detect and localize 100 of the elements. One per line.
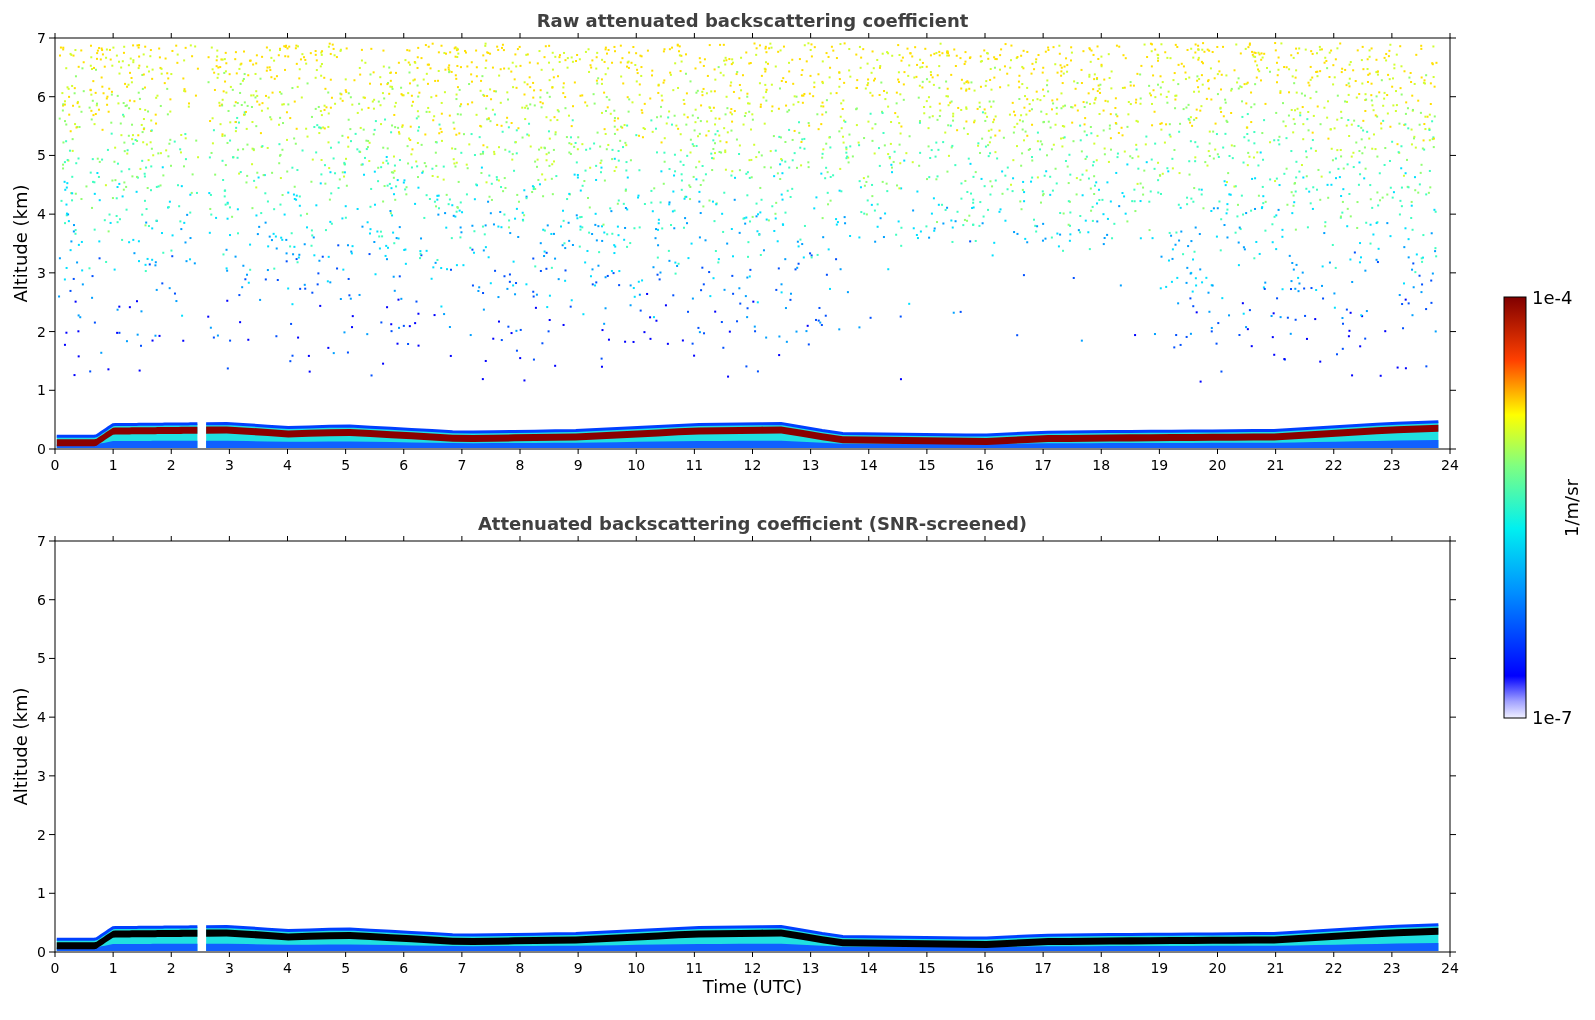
tick-mark bbox=[1042, 448, 1044, 455]
plot-title: Raw attenuated backscattering coefficient bbox=[536, 10, 969, 31]
x-tick-label: 22 bbox=[1324, 960, 1343, 976]
tick-mark bbox=[461, 951, 463, 958]
x-tick-label: 14 bbox=[859, 960, 878, 976]
tick-mark bbox=[112, 448, 114, 455]
tick-mark bbox=[112, 535, 114, 542]
tick-mark bbox=[112, 951, 114, 958]
x-tick-label: 10 bbox=[627, 960, 646, 976]
tick-mark bbox=[926, 535, 928, 542]
colorbar-max-label: 1e-4 bbox=[1532, 287, 1573, 308]
x-tick-label: 5 bbox=[341, 457, 351, 473]
tick-mark bbox=[1158, 951, 1160, 958]
tick-mark bbox=[403, 448, 405, 455]
tick-mark bbox=[228, 951, 230, 958]
tick-mark bbox=[926, 32, 928, 39]
tick-mark bbox=[345, 951, 347, 958]
x-tick-label: 11 bbox=[685, 960, 704, 976]
tick-mark bbox=[48, 272, 56, 274]
tick-mark bbox=[345, 535, 347, 542]
tick-mark bbox=[48, 213, 56, 215]
tick-mark bbox=[1158, 32, 1160, 39]
tick-mark bbox=[1333, 32, 1335, 39]
tick-mark bbox=[635, 32, 637, 39]
x-tick-label: 15 bbox=[917, 960, 936, 976]
x-tick-label: 16 bbox=[976, 457, 994, 473]
tick-mark bbox=[752, 32, 753, 39]
tick-mark bbox=[48, 657, 56, 659]
tick-mark bbox=[461, 32, 463, 39]
tick-mark bbox=[984, 951, 986, 958]
x-tick-label: 12 bbox=[743, 457, 762, 473]
tick-mark bbox=[1100, 448, 1102, 455]
tick-mark bbox=[868, 951, 870, 958]
y-tick-label: 1 bbox=[37, 885, 46, 902]
tick-mark bbox=[1158, 448, 1160, 455]
tick-mark bbox=[1333, 448, 1335, 455]
tick-mark bbox=[1100, 951, 1102, 958]
x-tick-label: 4 bbox=[283, 960, 292, 976]
tick-mark bbox=[461, 448, 463, 455]
tick-mark bbox=[1391, 32, 1393, 39]
x-tick-label: 17 bbox=[1034, 960, 1053, 976]
tick-mark bbox=[48, 716, 56, 718]
tick-mark bbox=[1217, 535, 1218, 542]
tick-mark bbox=[1449, 272, 1457, 274]
colorbar-unit-label: 1/m/sr bbox=[1561, 479, 1582, 537]
tick-mark bbox=[228, 448, 230, 455]
y-tick-label: 5 bbox=[37, 147, 46, 164]
y-tick-label: 1 bbox=[37, 382, 46, 399]
x-tick-label: 20 bbox=[1208, 457, 1227, 473]
y-tick-label: 6 bbox=[37, 88, 46, 105]
tick-mark bbox=[635, 448, 637, 455]
tick-mark bbox=[1449, 657, 1457, 659]
tick-mark bbox=[752, 951, 753, 958]
y-tick-label: 5 bbox=[37, 650, 46, 667]
tick-mark bbox=[1449, 834, 1457, 836]
tick-mark bbox=[519, 448, 521, 455]
x-tick-label: 23 bbox=[1382, 457, 1401, 473]
tick-mark bbox=[48, 834, 56, 836]
x-tick-label: 1 bbox=[108, 457, 118, 473]
tick-mark bbox=[635, 951, 637, 958]
x-tick-label: 4 bbox=[283, 457, 292, 473]
tick-mark bbox=[48, 599, 56, 601]
x-tick-label: 7 bbox=[457, 960, 467, 976]
tick-mark bbox=[926, 951, 928, 958]
tick-mark bbox=[577, 535, 579, 542]
x-tick-label: 24 bbox=[1441, 457, 1459, 473]
tick-mark bbox=[577, 951, 579, 958]
tick-mark bbox=[1042, 535, 1044, 542]
tick-mark bbox=[577, 448, 579, 455]
x-tick-label: 24 bbox=[1441, 960, 1459, 976]
x-tick-label: 11 bbox=[685, 457, 704, 473]
tick-mark bbox=[1449, 599, 1457, 601]
x-tick-label: 10 bbox=[627, 457, 646, 473]
colorbar-min-label: 1e-7 bbox=[1532, 707, 1573, 728]
tick-mark bbox=[1449, 775, 1457, 777]
y-tick-label: 4 bbox=[37, 709, 46, 726]
x-tick-label: 18 bbox=[1092, 960, 1111, 976]
x-tick-label: 0 bbox=[50, 457, 60, 473]
x-tick-label: 8 bbox=[515, 457, 525, 473]
tick-mark bbox=[1391, 535, 1393, 542]
tick-mark bbox=[1449, 96, 1457, 98]
x-tick-label: 9 bbox=[573, 457, 583, 473]
y-tick-label: 3 bbox=[37, 264, 46, 281]
tick-mark bbox=[984, 535, 986, 542]
tick-mark bbox=[984, 448, 986, 455]
x-tick-label: 3 bbox=[224, 960, 234, 976]
tick-mark bbox=[1042, 32, 1044, 39]
tick-mark bbox=[48, 775, 56, 777]
tick-mark bbox=[1158, 535, 1160, 542]
tick-mark bbox=[693, 32, 695, 39]
x-tick-label: 5 bbox=[341, 960, 351, 976]
y-axis-label: Altitude (km) bbox=[10, 687, 31, 806]
tick-mark bbox=[519, 535, 521, 542]
x-tick-label: 19 bbox=[1150, 457, 1169, 473]
x-tick-label: 13 bbox=[801, 457, 820, 473]
tick-mark bbox=[48, 154, 56, 156]
tick-mark bbox=[810, 448, 812, 455]
x-tick-label: 23 bbox=[1382, 960, 1401, 976]
tick-mark bbox=[287, 951, 288, 958]
tick-mark bbox=[752, 448, 753, 455]
